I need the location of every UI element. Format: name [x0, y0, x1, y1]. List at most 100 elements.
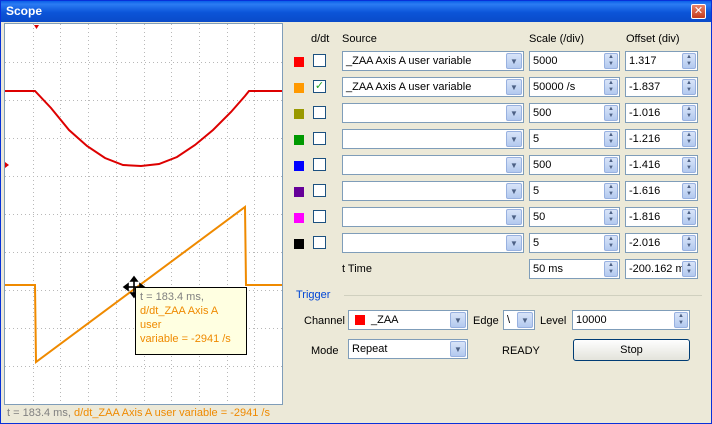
close-icon[interactable]: ✕ — [691, 4, 706, 19]
source-select[interactable]: ▼ — [342, 181, 524, 201]
trace-red — [5, 90, 282, 168]
tooltip-value-1: d/dt_ZAA Axis A user — [140, 305, 218, 331]
chevron-down-icon[interactable]: ▼ — [450, 312, 466, 328]
trigger-channel-select[interactable]: _ZAA ▼ — [348, 310, 468, 330]
spin-updown-icon[interactable]: ▲ ▼ — [674, 312, 688, 328]
trigger-marker-left — [5, 162, 9, 168]
scale-spinner[interactable]: 500 ▲ ▼ — [529, 155, 620, 175]
channel-color-swatch — [294, 213, 304, 223]
chevron-down-icon[interactable]: ▼ — [506, 105, 522, 121]
trigger-level-spinner[interactable]: 10000 ▲ ▼ — [572, 310, 690, 330]
channel-color-swatch — [294, 161, 304, 171]
header-offset: Offset (div) — [626, 33, 680, 45]
scale-spinner[interactable]: 50 ▲ ▼ — [529, 207, 620, 227]
spin-updown-icon[interactable]: ▲ ▼ — [682, 261, 696, 277]
status-time: t = 183.4 ms, — [7, 407, 71, 419]
spin-updown-icon[interactable]: ▲ ▼ — [682, 235, 696, 251]
channel-row: ▼ 5 ▲ ▼ -1.616 ▲ ▼ — [286, 181, 708, 203]
trigger-mode-label: Mode — [311, 345, 339, 357]
channel-color-swatch — [294, 239, 304, 249]
header-ddt: d/dt — [311, 33, 330, 45]
spin-updown-icon[interactable]: ▲ ▼ — [604, 261, 618, 277]
ddt-checkbox[interactable] — [313, 184, 326, 197]
spin-updown-icon[interactable]: ▲ ▼ — [604, 235, 618, 251]
source-select[interactable]: _ZAA Axis A user variable ▼ — [342, 77, 524, 97]
offset-value: -1.616 — [629, 185, 661, 197]
source-select[interactable]: ▼ — [342, 233, 524, 253]
chevron-down-icon[interactable]: ▼ — [506, 235, 522, 251]
source-select[interactable]: ▼ — [342, 207, 524, 227]
offset-value: -1.837 — [629, 81, 661, 93]
time-offset-spinner[interactable]: -200.162 m ▲ ▼ — [625, 259, 698, 279]
chevron-down-icon[interactable]: ▼ — [506, 183, 522, 199]
scope-plot[interactable]: t = 183.4 ms, d/dt_ZAA Axis A user varia… — [4, 23, 283, 405]
title-bar[interactable]: Scope ✕ — [1, 1, 711, 22]
ddt-checkbox[interactable] — [313, 236, 326, 249]
scale-value: 5 — [533, 185, 540, 197]
ddt-checkbox[interactable] — [313, 106, 326, 119]
source-select[interactable]: ▼ — [342, 129, 524, 149]
spin-updown-icon[interactable]: ▲ ▼ — [682, 183, 696, 199]
scale-value: 50000 /s — [533, 81, 576, 93]
spin-updown-icon[interactable]: ▲ ▼ — [682, 53, 696, 69]
time-label: t Time — [342, 263, 372, 275]
ddt-checkbox[interactable] — [313, 210, 326, 223]
spin-updown-icon[interactable]: ▲ ▼ — [604, 209, 618, 225]
spin-updown-icon[interactable]: ▲ ▼ — [604, 79, 618, 95]
channel-color-swatch — [294, 57, 304, 67]
scale-spinner[interactable]: 5000 ▲ ▼ — [529, 51, 620, 71]
ddt-checkbox[interactable] — [313, 132, 326, 145]
channel-color-swatch — [294, 135, 304, 145]
scale-spinner[interactable]: 5 ▲ ▼ — [529, 181, 620, 201]
chevron-down-icon[interactable]: ▼ — [506, 79, 522, 95]
spin-updown-icon[interactable]: ▲ ▼ — [604, 183, 618, 199]
offset-spinner[interactable]: -1.416 ▲ ▼ — [625, 155, 698, 175]
chevron-down-icon[interactable]: ▼ — [506, 131, 522, 147]
offset-spinner[interactable]: -2.016 ▲ ▼ — [625, 233, 698, 253]
ddt-checkbox[interactable] — [313, 158, 326, 171]
scale-spinner[interactable]: 5 ▲ ▼ — [529, 233, 620, 253]
offset-spinner[interactable]: -1.216 ▲ ▼ — [625, 129, 698, 149]
trigger-mode-value: Repeat — [352, 343, 388, 355]
source-value: _ZAA Axis A user variable — [346, 55, 472, 67]
trigger-mode-select[interactable]: Repeat ▼ — [348, 339, 468, 359]
spin-updown-icon[interactable]: ▲ ▼ — [604, 157, 618, 173]
ddt-checkbox[interactable] — [313, 54, 326, 67]
offset-spinner[interactable]: 1.317 ▲ ▼ — [625, 51, 698, 71]
spin-updown-icon[interactable]: ▲ ▼ — [604, 131, 618, 147]
trigger-edge-select[interactable]: \ ▼ — [503, 310, 535, 330]
spin-updown-icon[interactable]: ▲ ▼ — [604, 105, 618, 121]
chevron-down-icon[interactable]: ▼ — [517, 312, 533, 328]
scale-spinner[interactable]: 50000 /s ▲ ▼ — [529, 77, 620, 97]
scale-value: 5000 — [533, 55, 558, 67]
spin-updown-icon[interactable]: ▲ ▼ — [682, 131, 696, 147]
source-select[interactable]: _ZAA Axis A user variable ▼ — [342, 51, 524, 71]
stop-button[interactable]: Stop — [573, 339, 690, 361]
chevron-down-icon[interactable]: ▼ — [450, 341, 466, 357]
spin-updown-icon[interactable]: ▲ ▼ — [604, 53, 618, 69]
scale-spinner[interactable]: 500 ▲ ▼ — [529, 103, 620, 123]
offset-spinner[interactable]: -1.816 ▲ ▼ — [625, 207, 698, 227]
spin-updown-icon[interactable]: ▲ ▼ — [682, 157, 696, 173]
offset-value: -1.216 — [629, 133, 661, 145]
chevron-down-icon[interactable]: ▼ — [506, 53, 522, 69]
scale-spinner[interactable]: 5 ▲ ▼ — [529, 129, 620, 149]
chevron-down-icon[interactable]: ▼ — [506, 157, 522, 173]
offset-spinner[interactable]: -1.837 ▲ ▼ — [625, 77, 698, 97]
spin-updown-icon[interactable]: ▲ ▼ — [682, 105, 696, 121]
scale-value: 5 — [533, 237, 540, 249]
source-select[interactable]: ▼ — [342, 155, 524, 175]
ddt-checkbox[interactable]: ✓ — [313, 80, 326, 93]
source-select[interactable]: ▼ — [342, 103, 524, 123]
spin-updown-icon[interactable]: ▲ ▼ — [682, 209, 696, 225]
trigger-edge-value: \ — [507, 314, 511, 326]
chevron-down-icon[interactable]: ▼ — [506, 209, 522, 225]
trigger-divider — [344, 295, 702, 296]
offset-value: -1.416 — [629, 159, 661, 171]
status-value: d/dt_ZAA Axis A user variable = -2941 /s — [73, 407, 270, 419]
time-scale-spinner[interactable]: 50 ms ▲ ▼ — [529, 259, 620, 279]
offset-spinner[interactable]: -1.616 ▲ ▼ — [625, 181, 698, 201]
offset-spinner[interactable]: -1.016 ▲ ▼ — [625, 103, 698, 123]
status-bar: t = 183.4 ms, d/dt_ZAA Axis A user varia… — [7, 407, 270, 419]
spin-updown-icon[interactable]: ▲ ▼ — [682, 79, 696, 95]
